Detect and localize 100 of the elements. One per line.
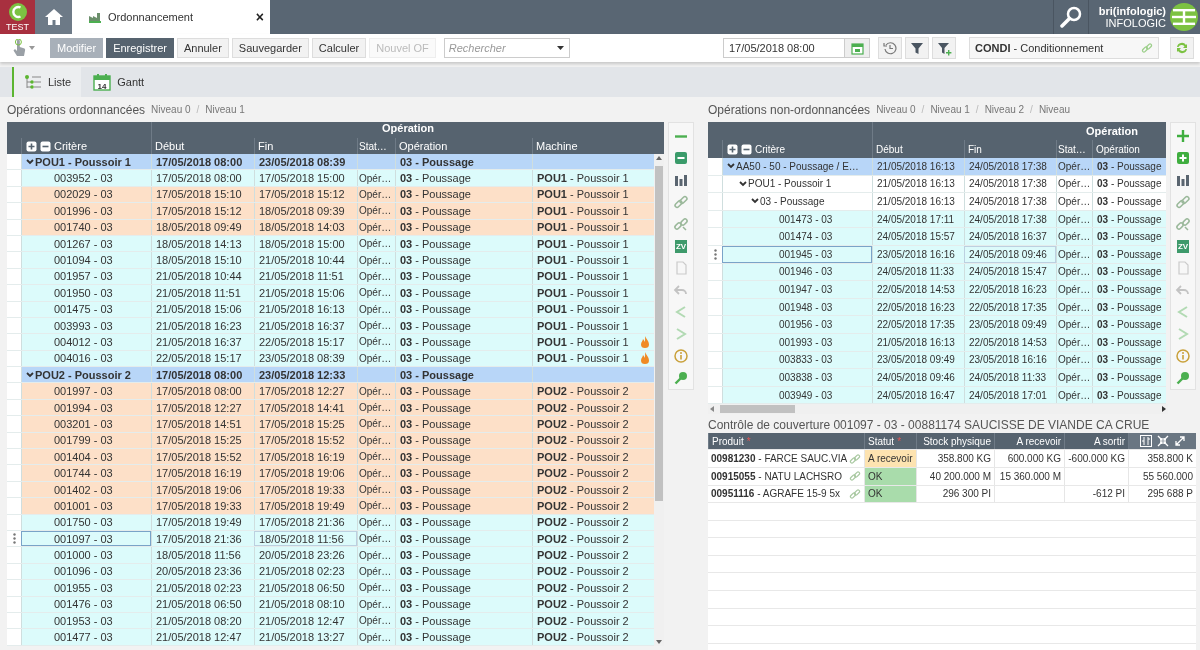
column-header[interactable]: Stock physique — [916, 433, 994, 450]
breadcrumb-link[interactable]: Niveau 1 — [930, 104, 970, 115]
arrow-down-icon[interactable] — [654, 637, 664, 646]
link-icon[interactable] — [849, 487, 861, 500]
view-tab[interactable]: Liste — [12, 67, 82, 97]
machine-text: POU2 - Poussoir 2 — [537, 434, 629, 447]
search-field[interactable]: Rechercher — [443, 38, 570, 58]
scrollbar[interactable] — [654, 154, 664, 646]
end-date: 17/05/2018 21:36 — [259, 516, 345, 529]
row-label: 001799 - 03 — [54, 434, 113, 447]
expand-all-icon[interactable] — [26, 140, 37, 152]
end-date: 20/05/2018 23:26 — [259, 549, 345, 562]
table-row[interactable]: 001956 - 03 22/05/2018 17:35 23/05/2018 09:49 Opér… 03 - Poussage — [708, 316, 1166, 334]
expand-icon[interactable] — [1173, 435, 1186, 448]
table-row[interactable]: POU2 - Poussoir 2 17/05/2018 08:00 23/05/2018 12:33 03 - Poussage — [7, 367, 654, 384]
collapse-all-icon[interactable] — [741, 143, 752, 155]
column-header[interactable]: Produit * — [708, 433, 864, 450]
toolbar-button[interactable]: Sauvegarder — [231, 38, 309, 58]
calendar-button[interactable] — [845, 38, 870, 58]
end-date: 21/05/2018 11:51 — [259, 270, 344, 283]
breadcrumb-link[interactable]: Niveau 2 — [984, 104, 1025, 115]
chevron-icon[interactable] — [26, 158, 34, 165]
home-button[interactable] — [35, 0, 72, 34]
end-date: 23/05/2018 12:33 — [259, 368, 346, 381]
table-row[interactable]: 001001 - 03 17/05/2018 19:33 17/05/2018 19:49 Opér… 03 - Poussage POU2 - Poussoir 2 — [7, 498, 654, 515]
breadcrumb-link[interactable]: Niveau 1 — [205, 104, 245, 115]
shrink-icon[interactable] — [1156, 435, 1169, 448]
table-row[interactable]: 003952 - 03 17/05/2018 08:00 17/05/2018 15:00 Opér… 03 - Poussage POU1 - Poussoir 1 — [7, 170, 654, 187]
collapse-all-icon[interactable] — [40, 140, 51, 152]
table-row[interactable]: 001950 - 03 21/05/2018 11:51 21/05/2018 15:06 Opér… 03 - Poussage POU1 - Poussoir 1 — [7, 285, 654, 302]
table-row[interactable]: POU1 - Poussoir 1 17/05/2018 08:00 23/05/2018 08:39 03 - Poussage — [7, 154, 654, 171]
table-row[interactable]: 001955 - 03 21/05/2018 02:23 21/05/2018 06:50 Opér… 03 - Poussage POU2 - Poussoir 2 — [7, 580, 654, 597]
arrow-right-icon[interactable] — [1160, 405, 1168, 414]
caret-icon[interactable] — [556, 46, 564, 50]
link-icon[interactable] — [849, 470, 861, 483]
context-field[interactable]: CONDI - Conditionnement — [969, 37, 1159, 59]
refresh-button[interactable] — [1170, 37, 1194, 59]
table-row[interactable]: 001477 - 03 21/05/2018 12:47 21/05/2018 13:27 Opér… 03 - Poussage POU2 - Poussoir 2 — [7, 629, 654, 646]
table-row[interactable]: 001744 - 03 17/05/2018 16:19 17/05/2018 19:06 Opér… 03 - Poussage POU2 - Poussoir 2 — [7, 465, 654, 482]
date-field[interactable]: 17/05/2018 08:00 — [723, 38, 845, 58]
chevron-icon[interactable] — [26, 371, 34, 378]
breadcrumb-separator: / — [1030, 104, 1033, 115]
chevron-icon[interactable] — [727, 163, 735, 170]
table-row[interactable]: 001996 - 03 17/05/2018 15:12 18/05/2018 09:39 Opér… 03 - Poussage POU1 - Poussoir 1 — [7, 203, 654, 220]
breadcrumb-link[interactable]: Niveau 0 — [151, 104, 191, 115]
operation-text: 03 - Poussage — [1097, 266, 1162, 278]
columns-icon[interactable] — [1139, 435, 1152, 448]
filter-add-button[interactable] — [932, 37, 956, 59]
arrow-up-icon[interactable] — [654, 154, 664, 162]
row-label: 001740 - 03 — [54, 221, 113, 234]
column-header[interactable]: Critère — [755, 143, 785, 155]
start-date: 24/05/2018 15:57 — [877, 231, 955, 243]
status-text: Opér… — [359, 565, 392, 577]
machine-text: POU2 - Poussoir 2 — [537, 516, 629, 529]
start-date: 22/05/2018 15:17 — [156, 352, 242, 365]
status-text: Opér… — [1058, 178, 1091, 190]
row-label: 001945 - 03 — [779, 248, 833, 260]
breadcrumb-link[interactable]: Niveau — [1038, 104, 1070, 115]
table-row[interactable]: 001094 - 03 18/05/2018 15:10 21/05/2018 10:44 Opér… 03 - Poussage POU1 - Poussoir 1 — [7, 252, 654, 269]
table-row[interactable]: 004012 - 03 21/05/2018 16:37 22/05/2018 15:17 Opér… 03 - Poussage POU1 - Poussoir 1 — [7, 334, 654, 351]
status-text: Opér… — [359, 615, 392, 627]
start-date: 21/05/2018 08:20 — [156, 614, 242, 627]
machine-text: POU2 - Poussoir 2 — [537, 499, 629, 512]
column-header[interactable]: A sortir — [1064, 433, 1128, 450]
row-label: 001957 - 03 — [54, 270, 113, 283]
status-text: Opér… — [359, 172, 392, 184]
table-row[interactable]: 003201 - 03 17/05/2018 14:51 17/05/2018 15:25 Opér… 03 - Poussage POU2 - Poussoir 2 — [7, 416, 654, 433]
toolbar-button[interactable]: Enregistrer — [106, 38, 174, 58]
row-label: 001477 - 03 — [54, 631, 113, 643]
table-row[interactable]: 001474 - 03 24/05/2018 15:57 24/05/2018 16:37 Opér… 03 - Poussage — [708, 228, 1166, 246]
chevron-icon[interactable] — [751, 198, 759, 205]
column-header[interactable]: Statut * — [864, 433, 916, 450]
history-button[interactable] — [878, 37, 902, 59]
view-tab[interactable]: 14 Gantt — [81, 67, 155, 97]
chevron-icon[interactable] — [739, 180, 747, 187]
row-label: 001996 - 03 — [54, 204, 113, 217]
table-row[interactable]: 001404 - 03 17/05/2018 15:52 17/05/2018 16:19 Opér… 03 - Poussage POU2 - Poussoir 2 — [7, 449, 654, 466]
breadcrumb-link[interactable]: Niveau 0 — [876, 104, 916, 115]
end-date: 22/05/2018 15:17 — [259, 336, 345, 348]
status-text: Opér… — [1058, 283, 1091, 295]
toolbar-button[interactable]: Annuler — [176, 38, 229, 58]
end-date: 17/05/2018 15:52 — [259, 434, 345, 447]
operation-text: 03 - Poussage — [400, 450, 471, 463]
table-row[interactable]: AA50 - 50 - Poussage / E… 21/05/2018 16:13 24/05/2018 17:38 Opér… 03 - Poussage — [708, 158, 1166, 176]
column-header[interactable]: Critère — [54, 140, 87, 152]
table-row[interactable]: 03 - Poussage 21/05/2018 16:13 24/05/2018 17:38 Opér… 03 - Poussage — [708, 193, 1166, 211]
end-date: 23/05/2018 09:49 — [969, 319, 1047, 331]
table-row[interactable]: 001997 - 03 17/05/2018 08:00 17/05/2018 12:27 Opér… 03 - Poussage POU2 - Poussoir 2 — [7, 383, 654, 400]
tab[interactable]: Ordonnancement × — [72, 0, 270, 34]
table-row[interactable]: 001947 - 03 22/05/2018 14:53 22/05/2018 16:23 Opér… 03 - Poussage — [708, 281, 1166, 299]
arrow-left-icon[interactable] — [708, 405, 716, 414]
filter-button[interactable] — [905, 37, 929, 59]
table-row[interactable]: 003838 - 03 24/05/2018 09:46 24/05/2018 11:33 Opér… 03 - Poussage — [708, 369, 1166, 387]
column-header[interactable]: A recevoir — [994, 433, 1064, 450]
start-date: 21/05/2018 11:51 — [156, 286, 241, 299]
toolbar-button[interactable]: Calculer — [311, 38, 367, 58]
close-button[interactable]: × — [255, 9, 264, 25]
expand-all-icon[interactable] — [727, 143, 738, 155]
table-row[interactable]: 001000 - 03 18/05/2018 11:56 20/05/2018 23:26 Opér… 03 - Poussage POU2 - Poussoir 2 — [7, 547, 654, 564]
link-icon[interactable] — [849, 452, 861, 465]
